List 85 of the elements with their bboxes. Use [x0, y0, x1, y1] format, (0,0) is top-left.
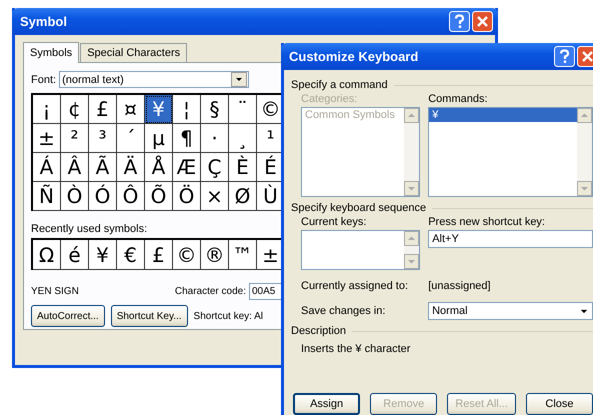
character-code-label: Character code: — [174, 286, 246, 297]
character-code-field[interactable]: 00A5 — [249, 283, 283, 300]
symbol-cell[interactable]: ² — [61, 124, 89, 153]
scroll-up-icon[interactable] — [404, 231, 420, 246]
tab[interactable]: Special Characters — [80, 43, 188, 62]
symbol-cell[interactable]: ¶ — [173, 124, 201, 153]
categories-label: Categories: — [301, 93, 358, 105]
symbol-cell[interactable]: ± — [33, 124, 61, 153]
symbol-cell[interactable]: Ò — [61, 182, 89, 211]
symbol-cell[interactable]: £ — [145, 240, 173, 270]
scrollbar[interactable] — [404, 108, 420, 196]
close-icon[interactable] — [472, 11, 493, 32]
current-keys-label: Current keys: — [301, 216, 368, 228]
symbol-cell[interactable]: § — [201, 95, 229, 124]
font-dropdown[interactable]: (normal text) — [59, 71, 250, 88]
symbol-cell[interactable]: Â — [61, 153, 89, 182]
symbol-cell[interactable]: ³ — [89, 124, 117, 153]
current-keys-list[interactable] — [301, 230, 420, 270]
save-in-label: Save changes in: — [301, 305, 386, 317]
symbol-cell[interactable]: ¤ — [117, 95, 145, 124]
symbol-cell[interactable]: · — [201, 124, 229, 153]
close-icon[interactable] — [577, 46, 593, 67]
symbol-cell[interactable]: Ω — [33, 240, 61, 270]
symbol-cell[interactable]: ™ — [229, 240, 257, 270]
scroll-down-icon[interactable] — [404, 181, 420, 196]
symbol-cell[interactable]: Ö — [173, 182, 201, 211]
dropdown-arrow-icon — [580, 308, 588, 314]
symbol-cell[interactable]: © — [173, 240, 201, 270]
window-title: Symbol — [20, 14, 67, 29]
symbol-cell[interactable]: ¸ — [229, 124, 257, 153]
symbol-cell[interactable]: Ñ — [33, 182, 61, 211]
font-label: Font: — [31, 74, 56, 86]
symbol-cell[interactable]: Á — [33, 153, 61, 182]
new-shortcut-label: Press new shortcut key: — [428, 216, 546, 228]
symbol-cell[interactable]: × — [201, 182, 229, 211]
commands-list[interactable]: ¥ — [428, 107, 593, 197]
scrollbar[interactable] — [577, 108, 592, 196]
dialog-button[interactable]: AutoCorrect... — [31, 305, 105, 327]
tab[interactable]: Symbols — [23, 42, 80, 63]
symbol-cell[interactable]: £ — [89, 95, 117, 124]
symbol-cell[interactable]: ® — [201, 240, 229, 270]
window-title: Customize Keyboard — [289, 49, 418, 64]
scroll-down-icon[interactable] — [577, 181, 592, 196]
symbol-cell[interactable]: ¥ — [89, 240, 117, 270]
symbol-cell[interactable]: ¡ — [33, 95, 61, 124]
symbol-cell[interactable]: Ô — [117, 182, 145, 211]
character-name: YEN SIGN — [31, 286, 79, 297]
symbol-cell[interactable]: € — [117, 240, 145, 270]
symbol-cell[interactable]: Ã — [89, 153, 117, 182]
save-in-dropdown[interactable]: Normal — [428, 302, 593, 320]
section-heading: Specify a command — [291, 79, 388, 91]
assigned-label: Currently assigned to: — [301, 280, 409, 292]
dialog-button[interactable]: Shortcut Key... — [110, 305, 188, 327]
symbol-cell[interactable]: ¨ — [229, 95, 257, 124]
symbol-cell[interactable]: Å — [145, 153, 173, 182]
section-heading: Description — [291, 325, 346, 337]
symbol-cell[interactable]: Ç — [201, 153, 229, 182]
recent-symbols-label: Recently used symbols: — [31, 223, 148, 235]
list-item[interactable]: ¥ — [429, 108, 577, 122]
symbol-cell[interactable]: µ — [145, 124, 173, 153]
symbol-cell[interactable]: È — [229, 153, 257, 182]
symbol-cell[interactable]: é — [61, 240, 89, 270]
help-icon[interactable] — [554, 46, 575, 67]
shortcut-key-field[interactable]: Alt+Y — [428, 230, 593, 248]
symbol-cell[interactable]: Õ — [145, 182, 173, 211]
scroll-up-icon[interactable] — [404, 108, 420, 123]
scrollbar[interactable] — [404, 231, 420, 269]
description-text: Inserts the ¥ character — [300, 343, 412, 355]
symbol-cell[interactable]: ¥ — [145, 95, 173, 124]
dialog-button[interactable]: Close — [526, 393, 593, 415]
section-heading: Specify keyboard sequence — [291, 202, 426, 214]
symbol-cell[interactable]: Æ — [173, 153, 201, 182]
assigned-value: [unassigned] — [428, 280, 492, 292]
symbol-cell[interactable]: Ó — [89, 182, 117, 211]
shortcut-key-text: Shortcut key: Al — [194, 310, 264, 322]
dialog-button[interactable]: Assign — [293, 393, 360, 415]
symbol-cell[interactable]: ¦ — [173, 95, 201, 124]
symbol-cell[interactable]: Ø — [229, 182, 257, 211]
help-icon[interactable] — [449, 11, 470, 32]
scroll-up-icon[interactable] — [577, 108, 592, 123]
symbol-cell[interactable]: ´ — [117, 124, 145, 153]
scroll-down-icon[interactable] — [404, 254, 420, 269]
symbol-cell[interactable]: Ä — [117, 153, 145, 182]
commands-label: Commands: — [428, 93, 489, 105]
symbol-cell[interactable]: ¢ — [61, 95, 89, 124]
